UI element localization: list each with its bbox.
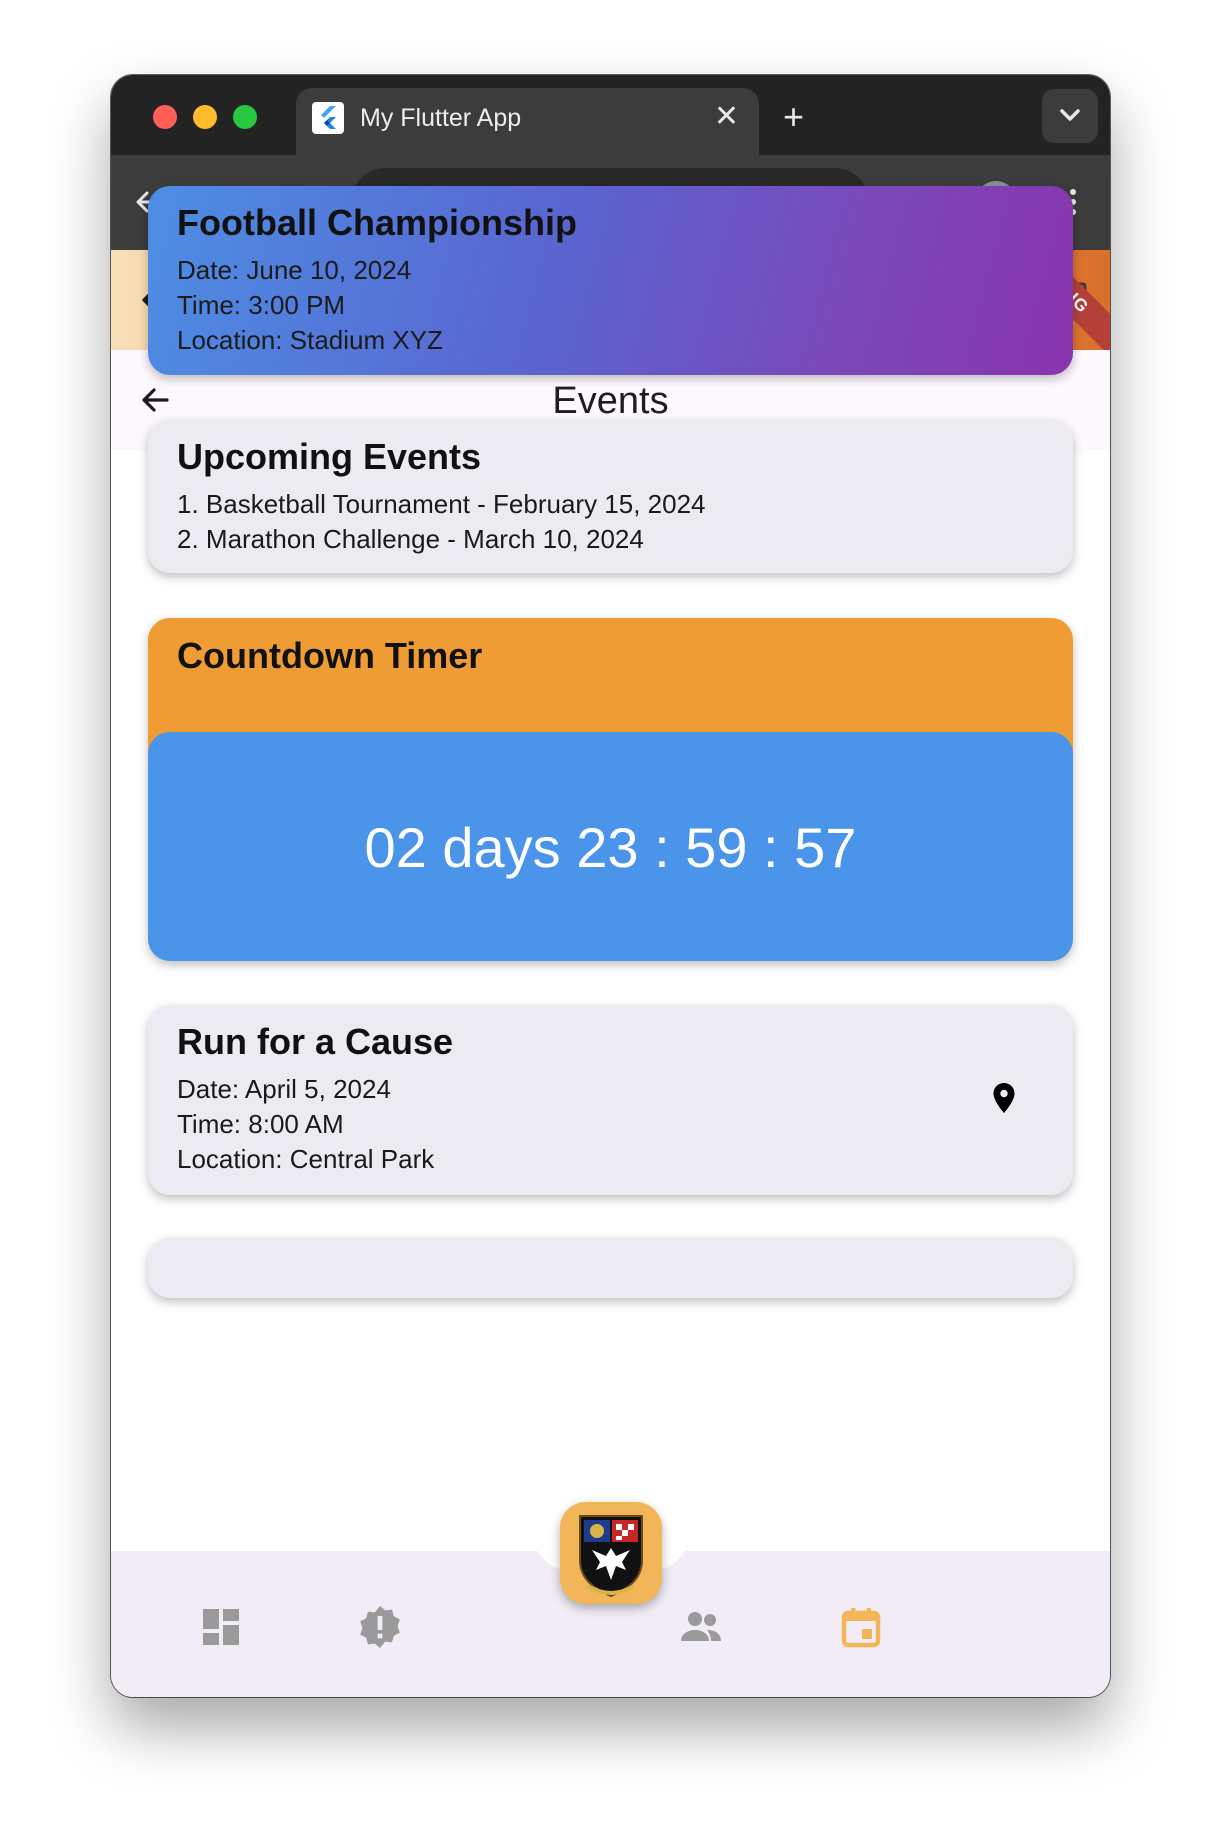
page-header: Events xyxy=(111,350,1110,451)
gear-icon[interactable] xyxy=(977,279,1019,321)
back-arrow-icon[interactable] xyxy=(254,280,294,320)
more-menu-icon[interactable] xyxy=(1053,182,1093,222)
card-title: Countdown Timer xyxy=(177,635,483,676)
side-panel-icon[interactable] xyxy=(903,182,943,222)
chevron-down-icon xyxy=(1060,109,1080,121)
back-arrow-icon[interactable] xyxy=(135,280,175,320)
alert-badge-icon[interactable] xyxy=(356,1603,404,1651)
location-pin-icon[interactable] xyxy=(986,1078,1022,1118)
event-card[interactable] xyxy=(148,1238,1073,1298)
countdown-value: 02 days 23 : 59 : 57 xyxy=(364,816,857,879)
app-bar: Xaviers College Home DEBUG xyxy=(111,205,1110,369)
address-bar[interactable]: localhost:51180/... xyxy=(351,168,869,236)
back-arrow-icon[interactable] xyxy=(128,182,168,222)
tab-search-button[interactable] xyxy=(1042,89,1098,143)
event-location: Location: Central Park xyxy=(177,1144,435,1174)
forward-arrow-icon[interactable] xyxy=(198,182,238,222)
tab-title: My Flutter App xyxy=(360,104,522,132)
calendar-icon[interactable] xyxy=(837,1603,885,1651)
flutter-favicon-icon xyxy=(312,102,344,134)
bookmark-star-icon[interactable] xyxy=(797,185,831,219)
app-bar-title: Xaviers College Home xyxy=(312,279,691,321)
site-info-icon[interactable] xyxy=(367,186,399,218)
dashboard-icon[interactable] xyxy=(197,1603,245,1651)
tab-close-icon[interactable]: ✕ xyxy=(714,101,739,133)
event-time: Time: 8:00 AM xyxy=(177,1109,344,1139)
people-icon[interactable] xyxy=(677,1603,725,1651)
url-text: localhost:51180/... xyxy=(425,186,651,217)
college-crest-logo xyxy=(579,1515,643,1598)
event-title: Run for a Cause xyxy=(177,1021,454,1062)
close-window-button[interactable] xyxy=(153,105,177,129)
tab-strip: My Flutter App ✕ + xyxy=(111,75,1110,155)
countdown-panel: 02 days 23 : 59 : 57 xyxy=(148,732,1073,961)
list-item: 2. Marathon Challenge - March 10, 2024 xyxy=(177,524,644,554)
browser-window: My Flutter App ✕ + localhost:51180/... X… xyxy=(111,75,1110,1697)
zoom-icon[interactable] xyxy=(739,185,773,219)
browser-tab[interactable]: My Flutter App ✕ xyxy=(296,88,759,155)
new-tab-button[interactable]: + xyxy=(783,99,804,135)
maximize-window-button[interactable] xyxy=(233,105,257,129)
minimize-window-button[interactable] xyxy=(193,105,217,129)
reload-icon[interactable] xyxy=(269,182,309,222)
list-item: 1. Basketball Tournament - February 15, … xyxy=(177,489,706,519)
event-card[interactable]: Run for a Cause Date: April 5, 2024 Time… xyxy=(148,1005,1073,1195)
key-icon[interactable] xyxy=(669,188,709,216)
browser-toolbar: localhost:51180/... xyxy=(111,155,1110,250)
home-fab-button[interactable] xyxy=(560,1502,662,1604)
event-date: Date: April 5, 2024 xyxy=(177,1074,391,1104)
page-title: Events xyxy=(552,380,669,422)
countdown-card: Countdown Timer 02 days 23 : 59 : 57 xyxy=(148,618,1073,961)
